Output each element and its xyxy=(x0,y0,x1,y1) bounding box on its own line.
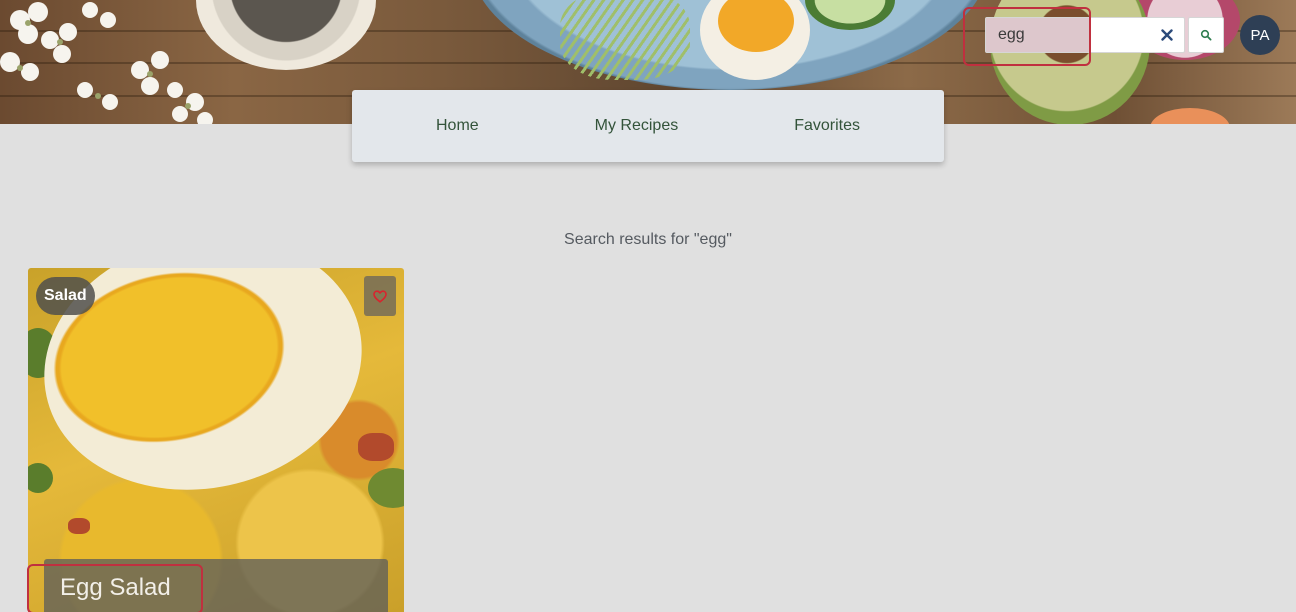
search-box xyxy=(985,17,1185,53)
search-input[interactable] xyxy=(986,18,1090,52)
nav-item-home[interactable]: Home xyxy=(436,117,479,135)
recipe-card[interactable]: Salad Egg Salad xyxy=(28,268,404,612)
close-icon xyxy=(1161,29,1173,41)
heart-outline-icon xyxy=(373,289,387,303)
search-icon xyxy=(1200,29,1212,41)
user-avatar[interactable]: PA xyxy=(1240,15,1280,55)
recipe-title[interactable]: Egg Salad xyxy=(60,574,171,602)
search-results-heading: Search results for "egg" xyxy=(564,231,732,248)
category-badge: Salad xyxy=(36,277,95,315)
favorite-button[interactable] xyxy=(364,276,396,316)
nav-item-favorites[interactable]: Favorites xyxy=(794,117,860,135)
search-button[interactable] xyxy=(1188,17,1224,53)
clear-search-button[interactable] xyxy=(1158,26,1176,44)
nav-item-my-recipes[interactable]: My Recipes xyxy=(595,117,679,135)
main-nav: Home My Recipes Favorites xyxy=(352,90,944,162)
